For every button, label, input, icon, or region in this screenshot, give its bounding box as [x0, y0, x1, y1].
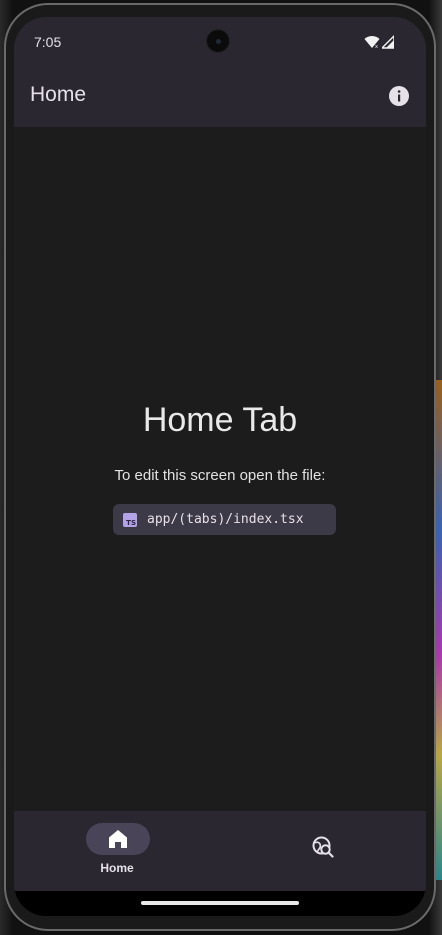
home-icon	[109, 830, 127, 848]
status-bar: 7:05 x	[14, 17, 426, 67]
file-path: app/(tabs)/index.tsx	[147, 512, 304, 527]
edit-instructions: To edit this screen open the file:	[114, 467, 326, 484]
phone-frame: 7:05 x Home Home Tab To edit this screen…	[4, 3, 436, 931]
screen: 7:05 x Home Home Tab To edit this screen…	[14, 17, 426, 916]
main-content: Home Tab To edit this screen open the fi…	[14, 127, 426, 811]
info-icon	[389, 86, 409, 106]
bottom-tab-bar: Home	[14, 811, 426, 891]
device-background: 7:05 x Home Home Tab To edit this screen…	[0, 0, 442, 935]
status-time: 7:05	[34, 34, 62, 50]
typescript-file-icon: TS	[123, 512, 137, 527]
svg-text:x: x	[375, 44, 378, 49]
home-tab-heading: Home Tab	[142, 401, 298, 439]
page-title: Home	[30, 83, 87, 106]
background-wallpaper-edge	[436, 380, 442, 880]
explore-icon	[312, 836, 334, 858]
system-navigation	[14, 891, 426, 916]
status-icons: x	[364, 34, 394, 50]
front-camera	[206, 29, 230, 53]
gesture-handle[interactable]	[141, 901, 299, 905]
tab-home[interactable]: Home	[14, 811, 220, 891]
typescript-icon-label: TS	[126, 518, 136, 527]
tab-home-label: Home	[100, 861, 134, 875]
file-path-chip: TS app/(tabs)/index.tsx	[113, 504, 336, 535]
tab-explore[interactable]	[220, 811, 426, 891]
app-bar: Home	[14, 67, 426, 127]
signal-icon	[382, 35, 394, 49]
wifi-icon: x	[364, 36, 380, 49]
info-button[interactable]	[388, 85, 410, 107]
